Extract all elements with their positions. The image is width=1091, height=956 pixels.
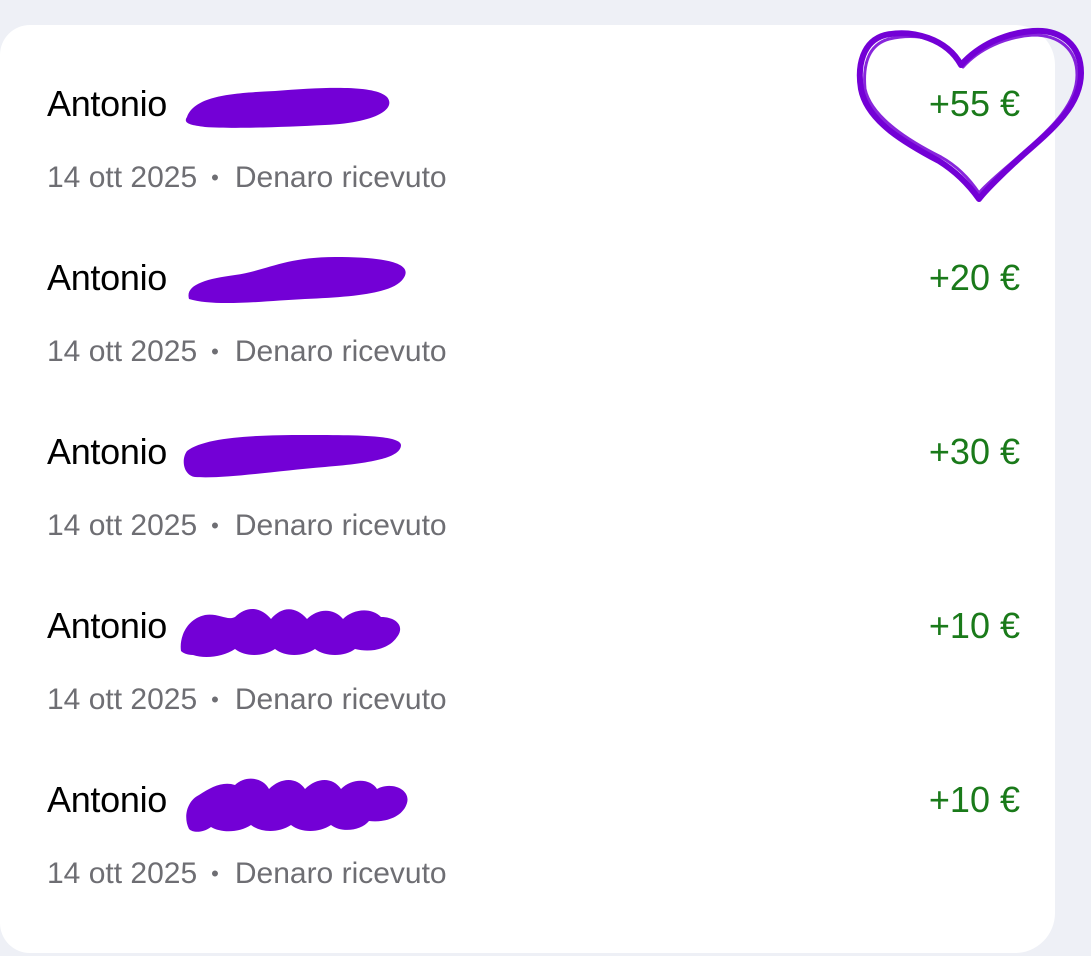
transaction-date: 14 ott 2025: [47, 509, 198, 542]
transaction-meta: 14 ott 2025 • Denaro ricevuto: [47, 509, 447, 543]
amount-value: +20 €: [928, 257, 1020, 298]
transaction-type: Denaro ricevuto: [234, 683, 447, 716]
transaction-meta: 14 ott 2025 • Denaro ricevuto: [47, 161, 447, 195]
transaction-meta: 14 ott 2025 • Denaro ricevuto: [47, 335, 447, 369]
redaction-scribble-icon: [188, 257, 406, 304]
sender-name: Antonio: [47, 83, 167, 124]
transaction-list-card: Antonio +55 € 14 ott 2025 • Denaro ricev…: [0, 25, 1055, 953]
transaction-date: 14 ott 2025: [47, 857, 198, 890]
transaction-type: Denaro ricevuto: [234, 509, 447, 542]
transaction-row[interactable]: Antonio +55 € 14 ott 2025 • Denaro ricev…: [0, 25, 1055, 199]
transaction-row[interactable]: Antonio +30 € 14 ott 2025 • Denaro ricev…: [0, 373, 1055, 547]
transaction-row[interactable]: Antonio +20 € 14 ott 2025 • Denaro ricev…: [0, 199, 1055, 373]
transaction-row[interactable]: Antonio +10 € 14 ott 2025 • Denaro ricev…: [0, 721, 1055, 895]
sender-name: Antonio: [47, 431, 167, 472]
separator-dot: •: [211, 339, 219, 364]
sender-name: Antonio: [47, 257, 167, 298]
redaction-scribble-icon: [180, 608, 401, 657]
transaction-date: 14 ott 2025: [47, 683, 198, 716]
redaction-scribble-icon: [185, 87, 390, 128]
redaction-scribble-icon: [183, 435, 401, 478]
redaction-scribble-icon: [186, 778, 408, 832]
transaction-date: 14 ott 2025: [47, 335, 198, 368]
transaction-meta: 14 ott 2025 • Denaro ricevuto: [47, 857, 447, 891]
separator-dot: •: [211, 513, 219, 538]
transaction-date: 14 ott 2025: [47, 161, 198, 194]
transaction-type: Denaro ricevuto: [234, 161, 447, 194]
sender-name: Antonio: [47, 779, 167, 820]
separator-dot: •: [211, 861, 219, 886]
amount-value: +30 €: [928, 431, 1020, 472]
transaction-meta: 14 ott 2025 • Denaro ricevuto: [47, 683, 447, 717]
transaction-type: Denaro ricevuto: [234, 857, 447, 890]
amount-value: +10 €: [928, 779, 1020, 820]
transaction-row[interactable]: Antonio +10 € 14 ott 2025 • Denaro ricev…: [0, 547, 1055, 721]
sender-name: Antonio: [47, 605, 167, 646]
amount-value: +10 €: [928, 605, 1020, 646]
separator-dot: •: [211, 165, 219, 190]
transaction-type: Denaro ricevuto: [234, 335, 447, 368]
separator-dot: •: [211, 687, 219, 712]
amount-value: +55 €: [928, 83, 1020, 124]
